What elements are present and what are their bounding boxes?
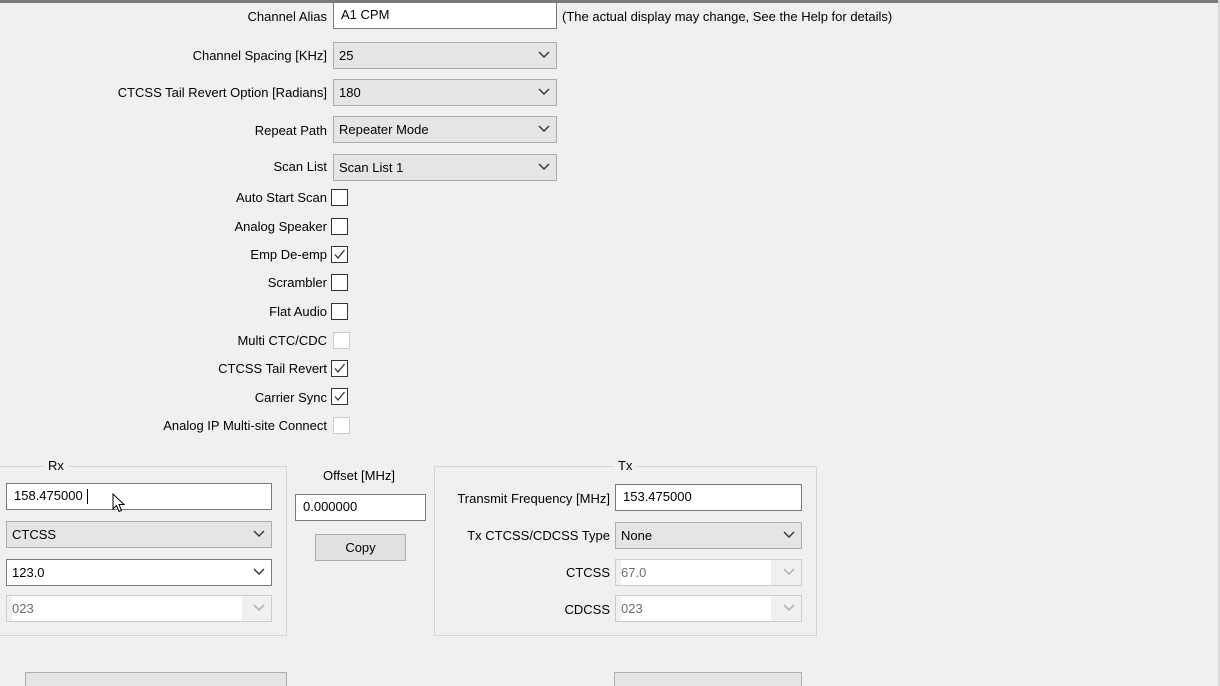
auto-start-scan-label: Auto Start Scan (235, 190, 327, 205)
tx-ctcss-label: CTCSS (565, 565, 610, 580)
ctcss-tail-revert-checkbox[interactable] (331, 360, 348, 377)
analog-ip-multisite-checkbox[interactable] (333, 417, 350, 434)
check-icon (334, 249, 346, 260)
scrambler-checkbox[interactable] (331, 274, 348, 291)
rx-cdcss-value: 023 (12, 596, 242, 621)
channel-alias-label: Channel Alias (247, 9, 328, 24)
channel-alias-note: (The actual display may change, See the … (562, 9, 893, 24)
offset-label: Offset [MHz] (323, 468, 395, 483)
emp-de-emp-checkbox[interactable] (331, 246, 348, 263)
offset-input[interactable]: 0.000000 (295, 494, 426, 521)
chevron-down-icon (538, 88, 550, 95)
cutoff-select-left[interactable] (25, 672, 287, 686)
rx-frequency-value: 158.475000 (14, 488, 83, 503)
window-top-border (0, 0, 1220, 3)
channel-spacing-label: Channel Spacing [KHz] (192, 48, 327, 63)
tx-type-value: None (621, 528, 653, 543)
transmit-frequency-input[interactable]: 153.475000 (615, 484, 802, 511)
chevron-down-icon (783, 604, 795, 611)
check-icon (334, 363, 346, 374)
flat-audio-label: Flat Audio (269, 304, 327, 319)
tx-cdcss-select[interactable]: 023 (615, 595, 802, 622)
tx-cdcss-label: CDCSS (564, 602, 610, 617)
chevron-down-icon (783, 568, 795, 575)
scrambler-label: Scrambler (267, 275, 327, 290)
multi-ctc-cdc-label: Multi CTC/CDC (237, 333, 327, 348)
tx-ctcss-value: 67.0 (621, 560, 771, 585)
ctcss-tail-revert-option-select[interactable]: 180 (333, 79, 557, 106)
tx-group-title: Tx (614, 458, 637, 473)
auto-start-scan-checkbox[interactable] (331, 189, 348, 206)
repeat-path-label: Repeat Path (254, 123, 327, 138)
ctcss-tail-revert-option-label: CTCSS Tail Revert Option [Radians] (117, 85, 327, 100)
chevron-down-icon (538, 125, 550, 132)
rx-type-select[interactable]: CTCSS (6, 521, 272, 548)
chevron-down-icon (783, 531, 795, 538)
cutoff-select-right[interactable] (614, 672, 802, 686)
scan-list-value: Scan List 1 (339, 160, 404, 175)
chevron-down-icon (253, 530, 265, 537)
copy-button[interactable]: Copy (315, 534, 406, 561)
text-caret (87, 489, 88, 504)
tx-ctcss-cdcss-type-label: Tx CTCSS/CDCSS Type (467, 528, 610, 543)
repeat-path-value: Repeater Mode (339, 122, 429, 137)
carrier-sync-checkbox[interactable] (331, 388, 348, 405)
repeat-path-select[interactable]: Repeater Mode (333, 116, 557, 143)
analog-speaker-label: Analog Speaker (234, 219, 327, 234)
rx-type-value: CTCSS (12, 527, 57, 542)
rx-ctcss-value: 123.0 (12, 565, 45, 580)
emp-de-emp-label: Emp De-emp (250, 247, 327, 262)
multi-ctc-cdc-checkbox[interactable] (333, 332, 350, 349)
chevron-down-icon (253, 604, 265, 611)
chevron-down-icon (253, 568, 265, 575)
chevron-down-icon (538, 163, 550, 170)
transmit-frequency-label: Transmit Frequency [MHz] (457, 491, 610, 506)
tx-cdcss-value: 023 (621, 596, 771, 621)
ctcss-tail-revert-option-value: 180 (339, 85, 361, 100)
check-icon (334, 391, 346, 402)
rx-ctcss-select[interactable]: 123.0 (6, 559, 272, 586)
mouse-pointer-icon (112, 493, 126, 513)
rx-cdcss-select[interactable]: 023 (6, 595, 272, 622)
tx-ctcss-cdcss-type-select[interactable]: None (615, 522, 802, 549)
channel-spacing-select[interactable]: 25 (333, 42, 557, 69)
channel-alias-input[interactable]: A1 CPM (333, 2, 557, 29)
scan-list-label: Scan List (273, 159, 327, 174)
tx-ctcss-select[interactable]: 67.0 (615, 559, 802, 586)
rx-frequency-input[interactable]: 158.475000 (6, 483, 272, 510)
analog-speaker-checkbox[interactable] (331, 218, 348, 235)
carrier-sync-label: Carrier Sync (254, 390, 327, 405)
channel-spacing-value: 25 (339, 48, 354, 63)
rx-group-title: Rx (44, 458, 68, 473)
scan-list-select[interactable]: Scan List 1 (333, 154, 557, 181)
flat-audio-checkbox[interactable] (331, 303, 348, 320)
chevron-down-icon (538, 51, 550, 58)
analog-ip-multisite-label: Analog IP Multi-site Connect (163, 418, 327, 433)
ctcss-tail-revert-label: CTCSS Tail Revert (218, 361, 327, 376)
